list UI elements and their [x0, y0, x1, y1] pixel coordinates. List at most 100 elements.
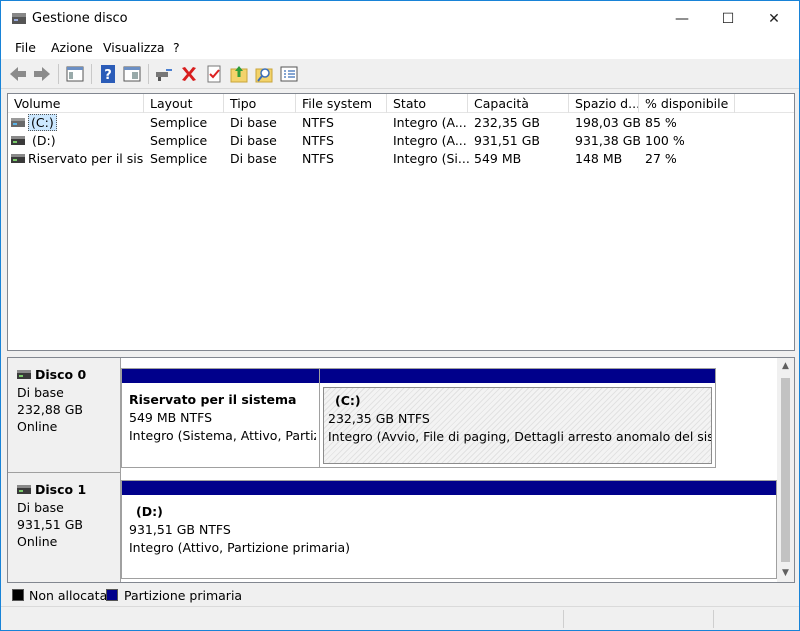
volume-stato: Integro (A... — [393, 133, 467, 148]
console-tree-icon[interactable] — [64, 63, 86, 85]
partition-status: Integro (Attivo, Partizione primaria) — [129, 540, 351, 555]
legend-swatch-unallocated — [12, 589, 24, 601]
maximize-button[interactable]: ☐ — [705, 1, 751, 37]
search-icon[interactable] — [253, 63, 275, 85]
close-button[interactable]: ✕ — [751, 1, 797, 37]
column-header-spazio[interactable]: Spazio d... — [569, 94, 639, 113]
primary-partition-bar — [320, 369, 715, 383]
disk-map: Disco 0 Di base 232,88 GB Online Riserva… — [7, 357, 795, 583]
disk-management-app-icon — [12, 13, 26, 24]
volume-percent: 85 % — [645, 115, 677, 130]
toolbar-separator — [58, 64, 59, 84]
disk-status: Online — [17, 534, 58, 549]
back-icon[interactable] — [7, 63, 29, 85]
disk-type: Di base — [17, 500, 64, 515]
column-header-tipo[interactable]: Tipo — [224, 94, 296, 113]
volume-name: Riservato per il sis... — [28, 151, 143, 166]
volume-stato: Integro (Si... — [393, 151, 470, 166]
volume-percent: 27 % — [645, 151, 677, 166]
volume-row-reserved[interactable]: Riservato per il sis... Semplice Di base… — [8, 150, 794, 168]
partition-name: (D:) — [136, 504, 163, 519]
volume-spazio: 931,38 GB — [575, 133, 641, 148]
legend-label-unallocated: Non allocata — [29, 588, 108, 603]
volume-tipo: Di base — [230, 151, 277, 166]
column-header-stato[interactable]: Stato — [387, 94, 468, 113]
status-bar — [1, 606, 799, 630]
volume-file-system: NTFS — [302, 151, 334, 166]
volume-file-system: NTFS — [302, 115, 334, 130]
legend: Non allocata Partizione primaria — [7, 586, 795, 606]
volume-file-system: NTFS — [302, 133, 334, 148]
volume-row-d[interactable]: (D:) Semplice Di base NTFS Integro (A...… — [8, 132, 794, 150]
toolbar-separator — [91, 64, 92, 84]
volume-row-c[interactable]: (C:) Semplice Di base NTFS Integro (A...… — [8, 114, 794, 132]
volume-percent: 100 % — [645, 133, 685, 148]
menu-azione[interactable]: Azione — [51, 40, 93, 55]
delete-icon[interactable] — [178, 63, 200, 85]
partition-status: Integro (Sistema, Attivo, Partizione pri… — [129, 428, 316, 443]
volume-spazio: 198,03 GB — [575, 115, 641, 130]
window-title: Gestione disco — [32, 11, 128, 26]
drive-icon — [11, 118, 25, 127]
primary-partition-bar — [122, 369, 319, 383]
title-bar: Gestione disco — ☐ ✕ — [1, 1, 799, 37]
disk-status: Online — [17, 419, 58, 434]
menu-visualizza[interactable]: Visualizza — [103, 40, 165, 55]
status-divider — [713, 610, 714, 628]
disk-size: 232,88 GB — [17, 402, 83, 417]
volume-spazio: 148 MB — [575, 151, 623, 166]
minimize-button[interactable]: — — [659, 1, 705, 37]
menu-file[interactable]: File — [15, 40, 36, 55]
list-icon[interactable] — [278, 63, 300, 85]
disk-1-label[interactable]: Disco 1 Di base 931,51 GB Online — [8, 473, 121, 582]
disk-name: Disco 1 — [35, 482, 87, 497]
svg-text:?: ? — [104, 68, 112, 83]
partition-status: Integro (Avvio, File di paging, Dettagli… — [328, 429, 711, 444]
column-header-file-system[interactable]: File system — [296, 94, 387, 113]
scroll-thumb[interactable] — [781, 378, 790, 562]
drive-icon — [11, 136, 25, 145]
volume-name: (D:) — [32, 133, 56, 148]
volume-layout: Semplice — [150, 115, 208, 130]
scroll-up-arrow[interactable]: ▲ — [777, 358, 794, 375]
disk-icon — [17, 485, 31, 494]
menu-bar: File Azione Visualizza ? — [1, 37, 799, 59]
volume-layout: Semplice — [150, 133, 208, 148]
column-header-volume[interactable]: Volume — [8, 94, 144, 113]
partition-size: 549 MB NTFS — [129, 410, 213, 425]
legend-label-primary: Partizione primaria — [124, 588, 243, 603]
volume-list: Volume Layout Tipo File system Stato Cap… — [7, 93, 795, 351]
disk-type: Di base — [17, 385, 64, 400]
legend-swatch-primary — [106, 589, 118, 601]
volume-capacita: 549 MB — [474, 151, 522, 166]
check-icon[interactable] — [203, 63, 225, 85]
partition-d[interactable]: (D:) 931,51 GB NTFS Integro (Attivo, Par… — [121, 480, 777, 579]
partition-c[interactable]: (C:) 232,35 GB NTFS Integro (Avvio, File… — [319, 368, 716, 468]
volume-capacita: 232,35 GB — [474, 115, 540, 130]
volume-tipo: Di base — [230, 133, 277, 148]
volume-layout: Semplice — [150, 151, 208, 166]
disk-size: 931,51 GB — [17, 517, 83, 532]
disk-0-label[interactable]: Disco 0 Di base 232,88 GB Online — [8, 358, 121, 473]
help-icon[interactable]: ? — [97, 63, 119, 85]
column-header-capacita[interactable]: Capacità — [468, 94, 569, 113]
toolbar-separator — [148, 64, 149, 84]
primary-partition-bar — [122, 481, 776, 495]
disk-management-window: Gestione disco — ☐ ✕ File Azione Visuali… — [0, 0, 800, 631]
column-header-layout[interactable]: Layout — [144, 94, 224, 113]
connect-icon[interactable] — [153, 63, 175, 85]
volume-stato: Integro (A... — [393, 115, 467, 130]
volume-list-header: Volume Layout Tipo File system Stato Cap… — [8, 94, 794, 113]
volume-capacita: 931,51 GB — [474, 133, 540, 148]
disk-map-scrollbar[interactable]: ▲ ▼ — [777, 358, 794, 582]
scroll-down-arrow[interactable]: ▼ — [777, 565, 794, 582]
column-header-percent[interactable]: % disponibile — [639, 94, 735, 113]
drive-icon — [11, 154, 25, 163]
partition-name: (C:) — [335, 393, 361, 408]
partition-reserved[interactable]: Riservato per il sistema 549 MB NTFS Int… — [121, 368, 320, 468]
partition-size: 931,51 GB NTFS — [129, 522, 231, 537]
forward-icon[interactable] — [31, 63, 53, 85]
properties-icon[interactable] — [121, 63, 143, 85]
menu-help[interactable]: ? — [173, 40, 180, 55]
import-icon[interactable] — [228, 63, 250, 85]
